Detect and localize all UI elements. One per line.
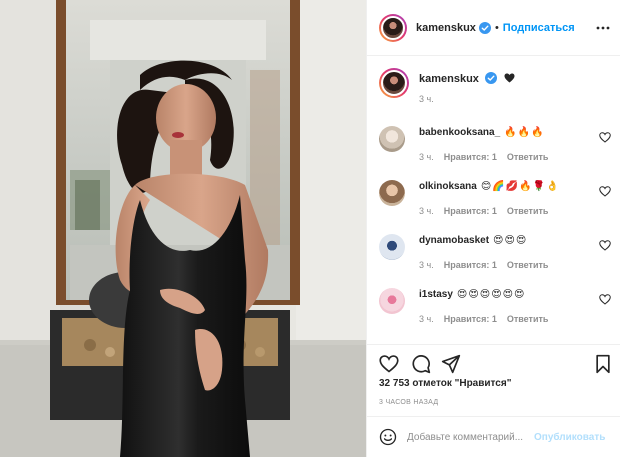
comment-icon[interactable] xyxy=(411,354,431,374)
like-comment-heart-icon[interactable] xyxy=(599,132,611,143)
comment-likes[interactable]: Нравится: 1 xyxy=(444,206,497,216)
post-header: kamenskux • Подписаться xyxy=(367,0,620,56)
caption-username[interactable]: kamenskux xyxy=(419,73,479,85)
author-avatar[interactable] xyxy=(379,13,407,42)
comment-time: 3 ч. xyxy=(419,260,434,270)
follow-button[interactable]: Подписаться xyxy=(503,22,575,34)
verified-icon xyxy=(485,72,497,84)
like-comment-heart-icon[interactable] xyxy=(599,240,611,251)
heart-icon[interactable] xyxy=(379,354,399,374)
comment-username[interactable]: dynamobasket xyxy=(419,235,489,246)
post-timestamp: 3 часов назад xyxy=(379,399,439,406)
commenter-avatar[interactable] xyxy=(379,288,405,314)
comment-time: 3 ч. xyxy=(419,314,434,324)
likes-count[interactable]: 32 753 отметок "Нравится" xyxy=(379,378,511,389)
comment-text: 😍😍😍 xyxy=(493,235,528,246)
reply-button[interactable]: Ответить xyxy=(507,260,549,270)
reply-button[interactable]: Ответить xyxy=(507,152,549,162)
comment-likes[interactable]: Нравится: 1 xyxy=(444,260,497,270)
comment-input[interactable] xyxy=(407,431,532,443)
more-options-icon[interactable] xyxy=(595,20,611,36)
comment-text: 😍😍😍😍😍😍 xyxy=(456,289,526,300)
comment-likes[interactable]: Нравится: 1 xyxy=(444,314,497,324)
bookmark-icon[interactable] xyxy=(593,354,613,374)
black-heart-emoji xyxy=(504,73,515,83)
comment-time: 3 ч. xyxy=(419,206,434,216)
comment-text: 🔥🔥🔥 xyxy=(504,127,545,138)
header-separator: • xyxy=(494,21,499,34)
comment-username[interactable]: olkinoksana xyxy=(419,181,477,192)
photo-scene xyxy=(0,0,366,457)
post-caption: kamenskux 3 ч. xyxy=(379,68,609,104)
post-photo[interactable] xyxy=(0,0,366,457)
reply-button[interactable]: Ответить xyxy=(507,206,549,216)
reply-button[interactable]: Ответить xyxy=(507,314,549,324)
commenter-avatar[interactable] xyxy=(379,126,405,152)
comment-likes[interactable]: Нравится: 1 xyxy=(444,152,497,162)
commenter-avatar[interactable] xyxy=(379,234,405,260)
add-comment-bar: Опубликовать xyxy=(367,416,620,457)
verified-icon xyxy=(478,21,491,34)
share-icon[interactable] xyxy=(441,354,461,374)
comment-text: 😊🌈💋🔥🌹👌 xyxy=(480,181,560,192)
like-comment-heart-icon[interactable] xyxy=(599,186,611,197)
caption-time: 3 ч. xyxy=(419,94,434,104)
comment-time: 3 ч. xyxy=(419,152,434,162)
author-username[interactable]: kamenskux xyxy=(416,22,476,34)
like-comment-heart-icon[interactable] xyxy=(599,294,611,305)
comment-username[interactable]: i1stasy xyxy=(419,289,453,300)
smile-icon[interactable] xyxy=(379,428,397,446)
publish-button[interactable]: Опубликовать xyxy=(534,432,605,443)
caption-avatar[interactable] xyxy=(379,68,409,98)
commenter-avatar[interactable] xyxy=(379,180,405,206)
post-side-panel: kamenskux • Подписаться kamenskux 3 ч. b… xyxy=(366,0,620,457)
comment-username[interactable]: babenkooksana_ xyxy=(419,127,500,138)
